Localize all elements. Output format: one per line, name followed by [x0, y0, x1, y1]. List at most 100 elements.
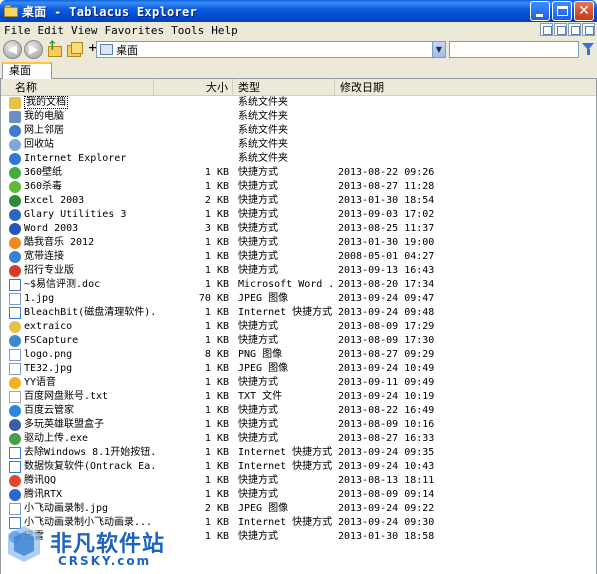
file-name-text: 1.jpg	[24, 293, 55, 304]
file-size: 1 KB	[204, 489, 229, 500]
file-name-text: Word 2003	[24, 223, 79, 234]
network-icon	[9, 124, 22, 137]
file-row[interactable]: Internet Explorer 系统文件夹	[1, 152, 596, 166]
view-mode-icon[interactable]	[554, 23, 567, 36]
file-row[interactable]: Word 2003 3 KB 快捷方式 2013-08-25 11:37	[1, 222, 596, 236]
file-row[interactable]: 招行专业版 1 KB 快捷方式 2013-09-13 16:43	[1, 264, 596, 278]
file-row[interactable]: 360杀毒 1 KB 快捷方式 2013-08-27 11:28	[1, 180, 596, 194]
file-size: 1 KB	[204, 209, 229, 220]
folders-button[interactable]	[67, 41, 85, 58]
file-row[interactable]: ~$易信评测.doc 1 KB Microsoft Word ...2013-08-…	[1, 278, 596, 292]
file-row[interactable]: 小飞动画录制小飞动画录... 1 KB Internet 快捷方式 2013-09-2…	[1, 516, 596, 530]
file-size: 1 KB	[204, 279, 229, 290]
file-row[interactable]: Excel 2003 2 KB 快捷方式 2013-01-30 18:54	[1, 194, 596, 208]
file-date: 2013-08-09 17:30	[338, 335, 435, 346]
file-date: 2013-08-27 16:33	[338, 433, 435, 444]
address-dropdown-button[interactable]: ▼	[432, 42, 445, 57]
file-date: 2013-08-25 11:37	[338, 223, 435, 234]
file-name: Excel 2003	[24, 194, 154, 208]
file-row[interactable]: logo.png 8 KB PNG 图像 2013-08-27 09:29	[1, 348, 596, 362]
file-row[interactable]: 百度网盘账号.txt 1 KB TXT 文件 2013-09-24 10:19	[1, 390, 596, 404]
maximize-button[interactable]	[552, 1, 572, 21]
column-name[interactable]: 名称	[1, 79, 154, 96]
column-type[interactable]: 类型	[233, 79, 335, 96]
file-row[interactable]: 多玩英雄联盟盒子 1 KB 快捷方式 2013-08-09 10:16	[1, 418, 596, 432]
column-header: 名称 大小 类型 修改日期	[1, 79, 596, 96]
menu-edit[interactable]: Edit	[38, 24, 65, 37]
file-name: 百度云管家	[24, 404, 154, 418]
file-row[interactable]: BleachBit(磁盘清理软件)... 1 KB Internet 快捷方式 201…	[1, 306, 596, 320]
file-name-text: 回收站	[24, 139, 54, 150]
file-row[interactable]: YY语音 1 KB 快捷方式 2013-09-11 09:49	[1, 376, 596, 390]
file-row[interactable]: 宽带连接 1 KB 快捷方式 2008-05-01 04:27	[1, 250, 596, 264]
file-size: 1 KB	[204, 251, 229, 262]
file-type: 快捷方式	[238, 489, 278, 500]
forward-button[interactable]: ▶	[24, 40, 43, 59]
view-mode-icon[interactable]	[568, 23, 581, 36]
file-row[interactable]: 去除Windows 8.1开始按钮... 1 KB Internet 快捷方式 201…	[1, 446, 596, 460]
address-field[interactable]: 桌面 ▼	[96, 41, 446, 58]
column-date[interactable]: 修改日期	[335, 79, 435, 96]
word-icon	[9, 222, 22, 235]
file-row[interactable]: TE32.jpg 1 KB JPEG 图像 2013-09-24 10:49	[1, 362, 596, 376]
ie-icon	[9, 152, 22, 165]
search-input[interactable]	[449, 41, 579, 58]
menu-favorites[interactable]: Favorites	[105, 24, 165, 37]
file-row[interactable]: Glary Utilities 3 1 KB 快捷方式 2013-09-03 17:0…	[1, 208, 596, 222]
file-type: JPEG 图像	[238, 363, 289, 374]
file-name-text: 小飞动画录制小飞动画录...	[24, 517, 153, 528]
file-name-text: logo.png	[24, 349, 73, 360]
back-button[interactable]: ◀	[3, 40, 22, 59]
file-row[interactable]: 1.jpg 70 KB JPEG 图像 2013-09-24 09:47	[1, 292, 596, 306]
file-row[interactable]: 迅雷 1 KB 快捷方式 2013-01-30 18:58	[1, 530, 596, 544]
menu-file[interactable]: File	[4, 24, 31, 37]
file-size: 1 KB	[204, 265, 229, 276]
view-mode-icon[interactable]	[540, 23, 553, 36]
file-type: TXT 文件	[238, 391, 283, 402]
file-row[interactable]: 360壁纸 1 KB 快捷方式 2013-08-22 09:26	[1, 166, 596, 180]
menu-view[interactable]: View	[71, 24, 98, 37]
file-row[interactable]: 腾讯RTX 1 KB 快捷方式 2013-08-09 09:14	[1, 488, 596, 502]
menu-tools[interactable]: Tools	[171, 24, 204, 37]
close-button[interactable]: ✕	[574, 1, 594, 21]
recycle-bin-icon	[9, 138, 22, 151]
file-size: 1 KB	[204, 517, 229, 528]
file-row[interactable]: 我的文档 系统文件夹	[1, 96, 596, 110]
address-toolbar: ◀ ▶ ↑ + 桌面 ▼	[0, 39, 597, 60]
file-row[interactable]: 驱动上传.exe 1 KB 快捷方式 2013-08-27 16:33	[1, 432, 596, 446]
file-date: 2013-09-24 10:43	[338, 461, 435, 472]
file-row[interactable]: 回收站 系统文件夹	[1, 138, 596, 152]
file-row[interactable]: 酷我音乐 2012 1 KB 快捷方式 2013-01-30 19:00	[1, 236, 596, 250]
file-name: 1.jpg	[24, 292, 154, 306]
tab-desktop[interactable]: 桌面	[2, 62, 52, 79]
column-size[interactable]: 大小	[154, 79, 233, 96]
title-bar[interactable]: 桌面 - Tablacus Explorer ✕	[0, 0, 597, 22]
file-row[interactable]: extraico 1 KB 快捷方式 2013-08-09 17:29	[1, 320, 596, 334]
file-date: 2013-09-24 09:30	[338, 517, 435, 528]
file-date: 2013-08-13 18:11	[338, 475, 435, 486]
file-name-text: 招行专业版	[24, 265, 74, 276]
fscapture-icon	[9, 334, 22, 347]
file-date: 2013-01-30 18:54	[338, 195, 435, 206]
up-folder-button[interactable]: ↑	[46, 39, 64, 58]
file-row[interactable]: 我的电脑 系统文件夹	[1, 110, 596, 124]
file-row[interactable]: FSCapture 1 KB 快捷方式 2013-08-09 17:30	[1, 334, 596, 348]
menu-bar: File Edit View Favorites Tools Help	[0, 22, 597, 39]
minimize-button[interactable]	[530, 1, 550, 21]
up-arrow-icon: ↑	[47, 39, 58, 54]
file-name-text: 数据恢复软件(Ontrack Ea...	[24, 461, 154, 472]
file-row[interactable]: 百度云管家 1 KB 快捷方式 2013-08-22 16:49	[1, 404, 596, 418]
view-mode-icon[interactable]	[582, 23, 595, 36]
filter-icon[interactable]	[582, 43, 594, 56]
file-type: Internet 快捷方式	[238, 461, 333, 472]
file-row[interactable]: 网上邻居 系统文件夹	[1, 124, 596, 138]
file-size: 1 KB	[204, 377, 229, 388]
file-row[interactable]: 腾讯QQ 1 KB 快捷方式 2013-08-13 18:11	[1, 474, 596, 488]
file-type: 快捷方式	[238, 531, 278, 542]
file-row[interactable]: 数据恢复软件(Ontrack Ea... 1 KB Internet 快捷方式 201…	[1, 460, 596, 474]
file-type: 快捷方式	[238, 251, 278, 262]
kuwo-music-icon	[9, 236, 22, 249]
menu-help[interactable]: Help	[211, 24, 238, 37]
file-row[interactable]: 小飞动画录制.jpg 2 KB JPEG 图像 2013-09-24 09:22	[1, 502, 596, 516]
window-title: 桌面 - Tablacus Explorer	[22, 4, 198, 19]
